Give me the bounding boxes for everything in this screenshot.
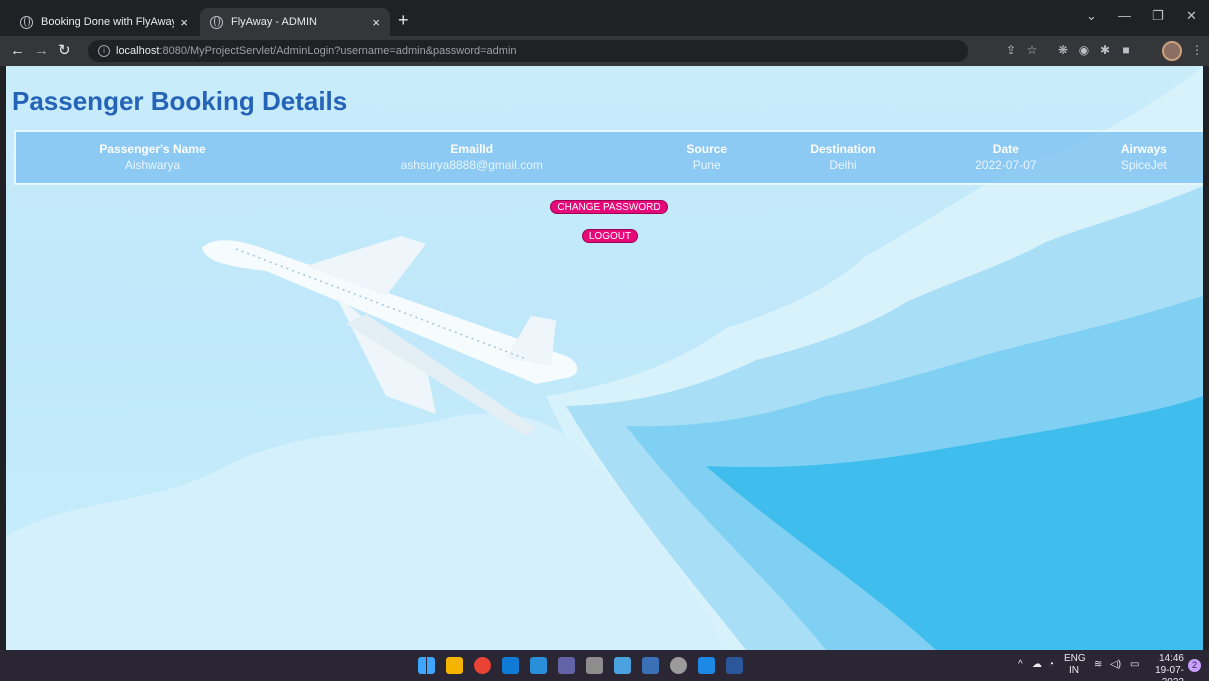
- word-icon[interactable]: [726, 657, 743, 674]
- address-host: localhost: [116, 45, 160, 57]
- volume-icon[interactable]: ◁): [1110, 659, 1121, 671]
- logout-button[interactable]: LOGOUT: [582, 229, 638, 243]
- language-indicator[interactable]: ENG IN: [1064, 653, 1086, 677]
- address-bar[interactable]: i localhost:8080/MyProjectServlet/AdminL…: [88, 40, 968, 62]
- tab-title: Booking Done with FlyAway !!: [41, 16, 175, 28]
- header-email: EmailId: [450, 142, 494, 156]
- region-code: IN: [1069, 665, 1079, 676]
- close-tab-icon[interactable]: ×: [372, 15, 380, 30]
- windows-taskbar: ^ ☁ ◔ ENG IN ≋ ◁) ▭ 14:46 19-07-2022 2: [0, 650, 1209, 681]
- minimize-icon[interactable]: —: [1118, 8, 1131, 23]
- tab-search-icon[interactable]: ⌄: [1086, 8, 1097, 24]
- side-panel-icon[interactable]: ■: [1119, 43, 1133, 57]
- globe-icon: [20, 15, 33, 29]
- header-destination: Destination: [810, 142, 876, 156]
- bookmark-star-icon[interactable]: ☆: [1025, 43, 1039, 57]
- cell-destination: Delhi: [829, 158, 857, 172]
- cell-source: Pune: [692, 158, 721, 172]
- booking-details-table: Passenger's Name EmailId Source Destinat…: [14, 130, 1203, 185]
- back-icon[interactable]: ←: [10, 42, 25, 60]
- forward-icon[interactable]: →: [34, 42, 49, 60]
- clock-date: 19-07-2022: [1155, 665, 1184, 681]
- notes-icon[interactable]: [698, 657, 715, 674]
- profile-avatar[interactable]: [1162, 41, 1182, 61]
- close-tab-icon[interactable]: ×: [180, 15, 188, 30]
- cell-airways: SpiceJet: [1120, 158, 1167, 172]
- page-title: Passenger Booking Details: [12, 86, 348, 116]
- extension-record-icon[interactable]: ◉: [1077, 43, 1091, 57]
- browser-toolbar: ← → ↻ i localhost:8080/MyProjectServlet/…: [0, 36, 1209, 66]
- menu-kebab-icon[interactable]: ⋮: [1190, 43, 1204, 57]
- tray-weather-icon[interactable]: ☁: [1032, 659, 1042, 671]
- tab-title: FlyAway - ADMIN: [231, 16, 317, 28]
- change-password-button[interactable]: CHANGE PASSWORD: [550, 200, 668, 214]
- globe-icon: [210, 15, 223, 29]
- address-path: :8080/MyProjectServlet/AdminLogin?userna…: [159, 45, 517, 57]
- language-code: ENG: [1064, 653, 1086, 664]
- clock-time: 14:46: [1158, 653, 1184, 664]
- vscode-icon[interactable]: [530, 657, 547, 674]
- store-icon[interactable]: [502, 657, 519, 674]
- notification-badge[interactable]: 2: [1188, 659, 1201, 672]
- chrome-icon[interactable]: [474, 657, 491, 674]
- wifi-icon[interactable]: ≋: [1094, 659, 1102, 671]
- notepad-icon[interactable]: [614, 657, 631, 674]
- close-window-icon[interactable]: ✕: [1186, 8, 1197, 24]
- site-info-icon[interactable]: i: [98, 45, 110, 57]
- teams-icon[interactable]: [558, 657, 575, 674]
- reload-icon[interactable]: ↻: [58, 42, 71, 60]
- browser-tab-bar: Booking Done with FlyAway !! × FlyAway -…: [0, 0, 1209, 36]
- eclipse-icon[interactable]: [586, 657, 603, 674]
- tray-chevron-icon[interactable]: ^: [1018, 659, 1023, 671]
- cell-date: 2022-07-07: [975, 158, 1037, 172]
- header-date: Date: [992, 142, 1019, 156]
- page-viewport: Passenger Booking Details Passenger's Na…: [6, 66, 1203, 650]
- new-tab-button[interactable]: +: [398, 10, 409, 30]
- table-header-row: Passenger's Name EmailId Source Destinat…: [16, 132, 1203, 156]
- cell-passenger-name: Aishwarya: [124, 158, 181, 172]
- battery-icon[interactable]: ▭: [1130, 659, 1139, 671]
- header-airways: Airways: [1120, 142, 1167, 156]
- file-explorer-icon[interactable]: [446, 657, 463, 674]
- extensions-puzzle-icon[interactable]: ✱: [1098, 43, 1112, 57]
- restore-icon[interactable]: ❐: [1152, 8, 1164, 24]
- start-windows-icon[interactable]: [418, 657, 435, 674]
- cell-email: ashsurya8888@gmail.com: [400, 158, 543, 172]
- settings-gear-icon[interactable]: [670, 657, 687, 674]
- airplane-illustration: [202, 236, 578, 436]
- share-icon[interactable]: ⇪: [1004, 43, 1018, 57]
- header-passenger-name: Passenger's Name: [99, 142, 206, 156]
- header-source: Source: [686, 142, 728, 156]
- tab-booking-done[interactable]: Booking Done with FlyAway !! ×: [10, 8, 198, 36]
- tab-flyaway-admin[interactable]: FlyAway - ADMIN ×: [200, 8, 390, 36]
- clock[interactable]: 14:46 19-07-2022: [1144, 653, 1184, 681]
- table-row: Aishwarya ashsurya8888@gmail.com Pune De…: [16, 156, 1203, 183]
- remote-desktop-icon[interactable]: [642, 657, 659, 674]
- tray-app-icon[interactable]: ◔: [1048, 659, 1054, 671]
- extension-icon[interactable]: ❋: [1056, 43, 1070, 57]
